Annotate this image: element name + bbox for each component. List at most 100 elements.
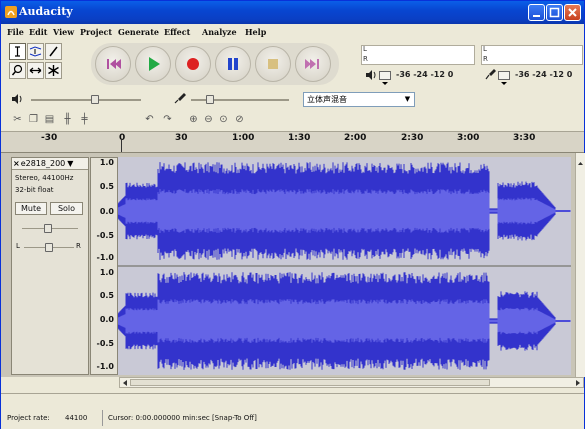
trim-icon[interactable]: ╫ [61,113,74,126]
menu-analyze[interactable]: Analyze [202,27,237,37]
status-bar: Project rate: 44100 Cursor: 0:00.000000 … [1,393,584,429]
cursor-status: Cursor: 0:00.000000 min:sec [Snap-To Off… [108,414,257,422]
zoom-in-icon[interactable]: ⊕ [187,113,200,126]
chevron-down-icon: ▼ [404,95,411,103]
record-meter[interactable] [481,45,583,65]
menu-help[interactable]: Help [245,27,266,37]
track-format: Stereo, 44100Hz [15,174,74,182]
ruler-label: 3:00 [457,133,480,143]
dropdown-arrow-icon [382,82,388,85]
paste-icon[interactable]: ▤ [43,113,56,126]
playback-meter[interactable] [361,45,475,65]
silence-icon[interactable]: ╪ [78,113,91,126]
amplitude-scale: 1.0 0.5 0.0 -0.5 -1.0 1.0 0.5 0.0 -0.5 -… [90,157,118,375]
menu-effect[interactable]: Effect [164,27,190,37]
menu-bar: File Edit View Project Generate Effect A… [1,24,584,40]
zoom-out-icon[interactable]: ⊖ [202,113,215,126]
asterisk-icon [48,65,59,76]
ruler-label: 3:30 [513,133,536,143]
scroll-left-arrow-icon [123,380,127,386]
pan-slider[interactable] [45,243,53,252]
record-meter-scale: -36 -24 -12 0 [515,70,573,79]
playback-meter-scale: -36 -24 -12 0 [396,70,454,79]
track-name: e2818_200 [20,159,66,168]
menu-file[interactable]: File [7,27,24,37]
multi-tool-button[interactable] [45,62,62,79]
pause-button[interactable] [215,46,251,82]
input-volume-slider[interactable] [206,95,214,104]
speaker-icon [366,70,376,80]
pencil-icon [49,46,58,57]
undo-icon[interactable]: ↶ [143,113,156,126]
mute-button[interactable]: Mute [15,202,47,215]
input-volume-icon [174,93,186,104]
output-volume-slider[interactable] [91,95,99,104]
close-button[interactable] [564,4,581,21]
horizontal-scrollbar[interactable] [119,377,584,388]
minimize-icon [533,15,540,17]
tools-toolbar [6,41,84,85]
fit-project-icon[interactable]: ⊘ [233,113,246,126]
maximize-icon [549,7,560,18]
output-volume-track [31,99,141,101]
solo-button[interactable]: Solo [50,202,83,215]
close-icon [568,8,577,17]
time-shift-tool-button[interactable] [27,62,44,79]
scale-label: 0.5 [99,291,114,300]
output-volume-icon [12,94,22,104]
stop-button[interactable] [255,46,291,82]
pan-left-label: L [16,242,20,250]
audacity-window: Audacity File Edit View Project Generate… [0,0,585,429]
window-title: Audacity [19,5,73,18]
ruler-label: 1:00 [232,133,255,143]
play-button[interactable] [135,46,171,82]
record-button[interactable] [175,46,211,82]
horizontal-scroll-thumb[interactable] [130,379,490,386]
zoom-tool-button[interactable] [9,62,26,79]
menu-edit[interactable]: Edit [29,27,47,37]
scroll-up-arrow-icon [578,162,583,165]
chevron-down-icon: ▼ [67,159,74,168]
menu-generate[interactable]: Generate [118,27,159,37]
envelope-icon [29,46,42,57]
waveform-display[interactable] [118,157,571,375]
redo-icon[interactable]: ↷ [161,113,174,126]
close-icon[interactable]: × [12,159,21,168]
vertical-scrollbar[interactable] [575,153,585,377]
maximize-button[interactable] [546,4,563,21]
selection-tool-button[interactable] [9,43,26,60]
draw-tool-button[interactable] [45,43,62,60]
scale-label: 0.5 [99,182,114,191]
copy-icon[interactable]: ❐ [27,113,40,126]
transport-toolbar [91,43,339,85]
minimize-button[interactable] [528,4,545,21]
record-meter-right-label: R [483,55,488,63]
record-meter-dropdown[interactable] [498,71,510,85]
status-divider [102,410,103,426]
gain-slider[interactable] [44,224,52,233]
track-name-menu[interactable]: ×e2818_200 ▼ [12,158,88,170]
record-meter-left-label: L [483,45,487,53]
fit-selection-icon[interactable]: ⊙ [217,113,230,126]
scale-label: 0.0 [99,315,114,324]
menu-view[interactable]: View [53,27,74,37]
meter-toolbar: L R L R -36 -24 -12 0 -36 -24 -12 0 [357,43,585,85]
skip-end-icon [305,59,319,69]
playback-meter-dropdown[interactable] [379,71,391,85]
timeline-ruler[interactable]: -30 0 30 1:00 1:30 2:00 2:30 3:00 3:30 [1,131,584,153]
mixer-toolbar: 立体声混音 ▼ [1,89,584,109]
record-icon [187,58,199,70]
envelope-tool-button[interactable] [27,43,44,60]
title-bar[interactable]: Audacity [1,1,584,24]
skip-to-start-button[interactable] [95,46,131,82]
cut-icon[interactable]: ✂ [11,113,24,126]
track-bit-depth: 32-bit float [15,186,54,194]
dropdown-arrow-icon [501,82,507,85]
scale-label: -1.0 [96,362,115,371]
project-rate-field[interactable]: 44100 [65,414,87,422]
input-source-select[interactable]: 立体声混音 ▼ [303,92,415,107]
play-icon [149,57,160,71]
scale-label: 1.0 [99,268,114,277]
skip-to-end-button[interactable] [295,46,331,82]
menu-project[interactable]: Project [80,27,112,37]
